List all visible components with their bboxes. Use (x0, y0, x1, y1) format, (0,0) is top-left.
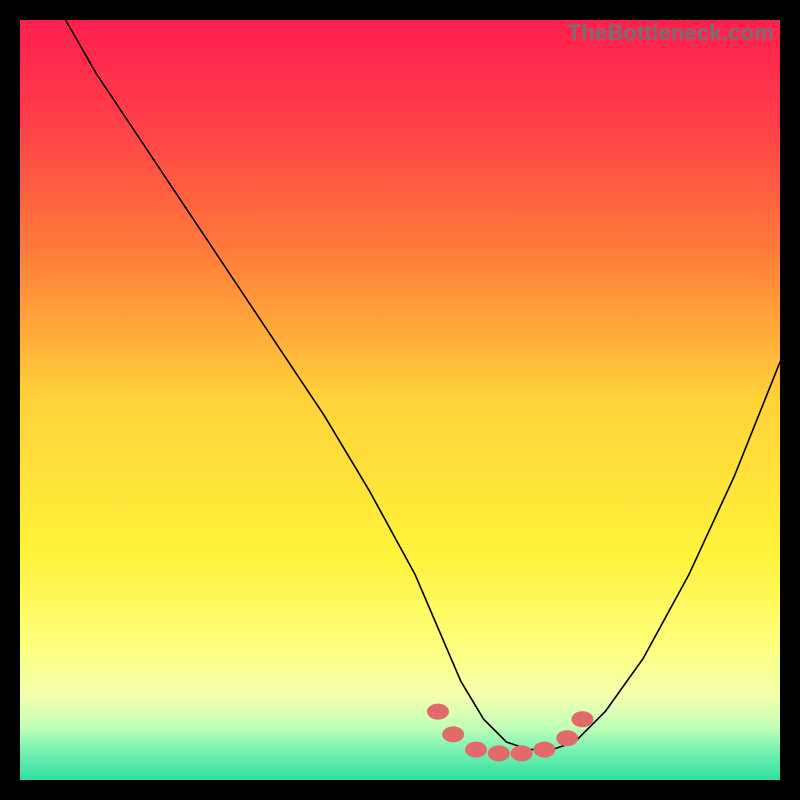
highlight-point (556, 730, 578, 746)
highlight-point (488, 745, 510, 761)
bottleneck-chart (20, 20, 780, 780)
highlight-point (533, 742, 555, 758)
gradient-background (20, 20, 780, 780)
highlight-point (442, 726, 464, 742)
watermark-text: TheBottleneck.com (568, 20, 774, 46)
chart-frame: TheBottleneck.com (20, 20, 780, 780)
highlight-point (465, 742, 487, 758)
highlight-point (571, 711, 593, 727)
highlight-point (511, 745, 533, 761)
highlight-point (427, 704, 449, 720)
